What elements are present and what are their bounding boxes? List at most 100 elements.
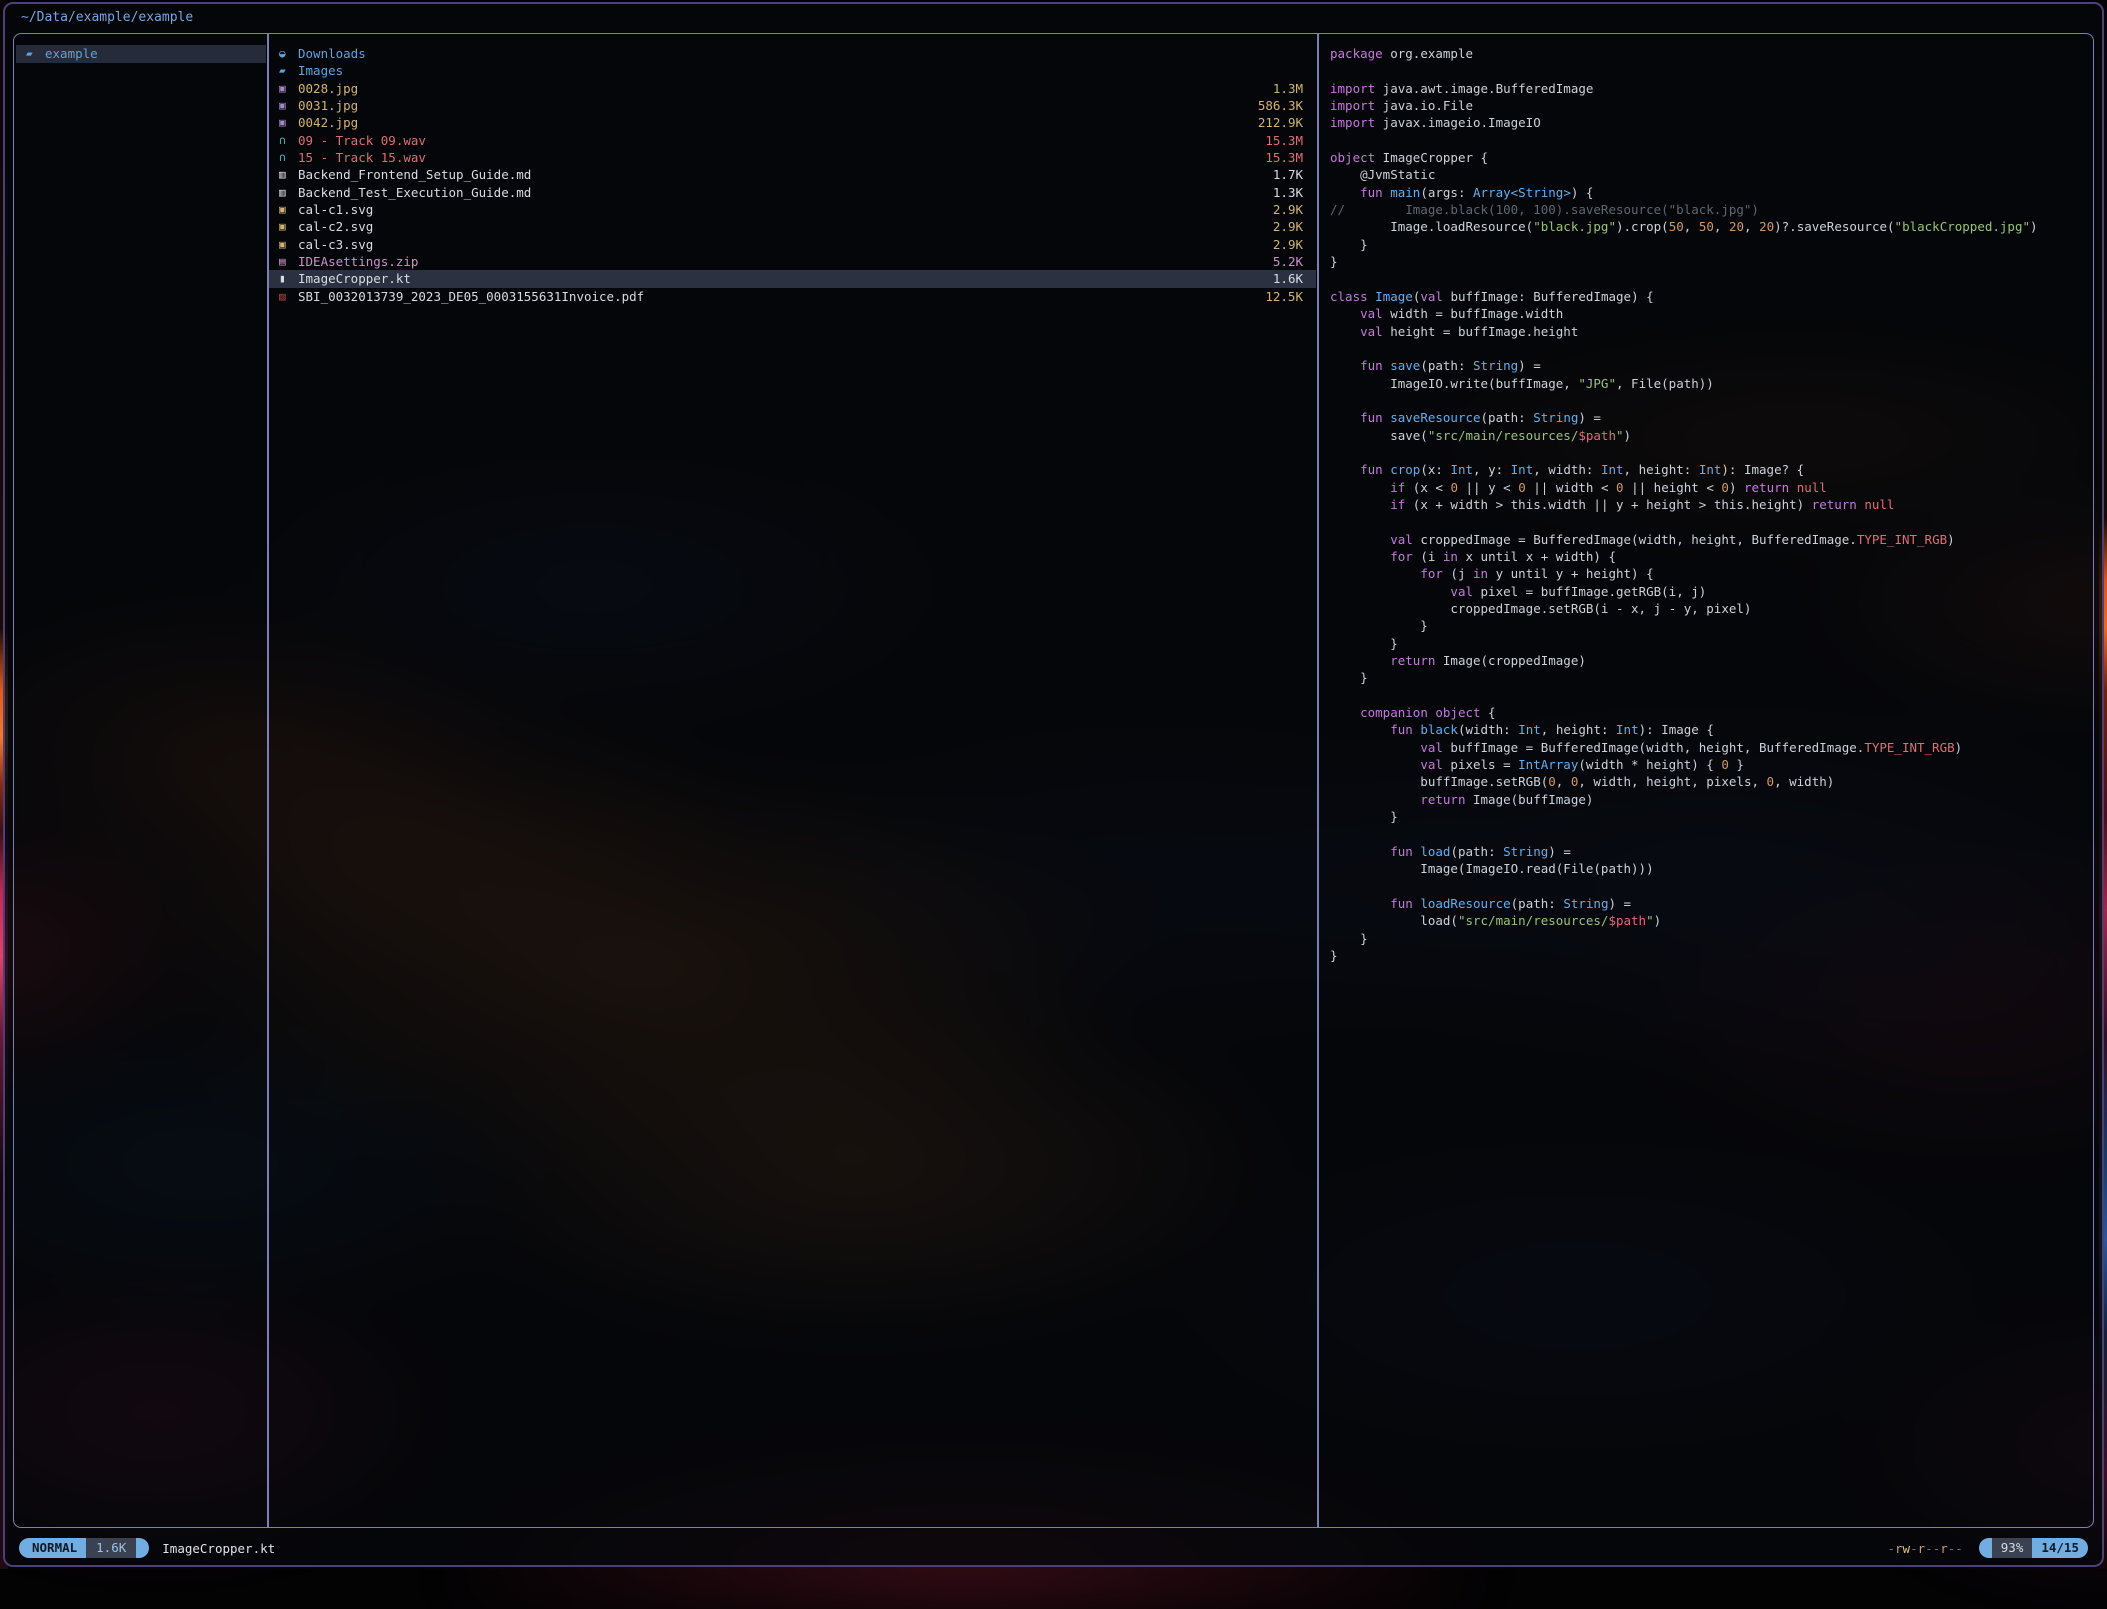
file-row[interactable]: ▰Images [269,62,1316,79]
permission-char: - [1955,1541,1963,1556]
code-token: (path: [1420,358,1473,373]
code-token [1330,792,1420,807]
permission-char: - [1925,1541,1933,1556]
code-token: String [1503,844,1548,859]
file-preview-pane[interactable]: package org.example import java.awt.imag… [1319,45,2091,1525]
code-token: fun [1390,896,1413,911]
file-row[interactable]: ▨SBI_0032013739_2023_DE05_0003155631Invo… [269,288,1316,305]
file-row[interactable]: ▮ImageCropper.kt1.6K [269,270,1316,287]
folder-icon: ▰ [279,62,298,79]
status-filename: ImageCropper.kt [162,1541,275,1556]
image-icon: ▣ [279,218,298,235]
code-token: in [1443,549,1458,564]
downloads-icon: ◒ [279,45,298,62]
code-line: } [1319,617,2091,634]
code-token [1330,497,1390,512]
code-token: Image(buffImage) [1465,792,1593,807]
code-token [1330,480,1390,495]
code-token: )?.saveResource( [1774,219,1894,234]
file-row[interactable]: ∩15 - Track 15.wav15.3M [269,149,1316,166]
file-size: 2.9K [1273,218,1303,235]
file-name: 15 - Track 15.wav [298,149,1265,166]
status-right-group: -rw-r--r-- 93% 14/15 [1887,1538,2088,1558]
code-line: } [1319,947,2091,964]
code-token [1330,358,1360,373]
file-name: Backend_Frontend_Setup_Guide.md [298,166,1273,183]
code-token: Int [1616,722,1639,737]
file-row[interactable]: ▣cal-c2.svg2.9K [269,218,1316,235]
file-size: 2.9K [1273,201,1303,218]
code-line: } [1319,669,2091,686]
permission-char: - [1887,1541,1895,1556]
permission-char: r [1895,1541,1903,1556]
archive-icon: ▤ [279,253,298,270]
file-row[interactable]: ▣0042.jpg212.9K [269,114,1316,131]
selected-file-size: 1.6K [86,1538,136,1558]
code-token: 0 [1767,774,1775,789]
position-pill: 93% 14/15 [1979,1538,2088,1558]
file-row[interactable]: ▤IDEAsettings.zip5.2K [269,253,1316,270]
code-token: Int [1601,462,1624,477]
file-row[interactable]: ▣cal-c3.svg2.9K [269,236,1316,253]
file-row[interactable]: ▥Backend_Test_Execution_Guide.md1.3K [269,184,1316,201]
code-token: 0 [1518,480,1526,495]
code-token: "blackCropped.jpg" [1895,219,2030,234]
code-token: croppedImage.setRGB(i - x, j - y, pixel) [1330,601,1751,616]
file-name: cal-c3.svg [298,236,1273,253]
code-line: import javax.imageio.ImageIO [1319,114,2091,131]
code-line: ImageIO.write(buffImage, "JPG", File(pat… [1319,375,2091,392]
file-name: SBI_0032013739_2023_DE05_0003155631Invoi… [298,288,1265,305]
permission-char: r [1940,1541,1948,1556]
file-name: 0042.jpg [298,114,1258,131]
file-row[interactable]: ▣0031.jpg586.3K [269,97,1316,114]
code-line: val buffImage = BufferedImage(width, hei… [1319,739,2091,756]
code-token: 50 [1669,219,1684,234]
code-token: if [1390,497,1405,512]
code-line [1319,392,2091,409]
code-token: return [1812,497,1857,512]
file-row[interactable]: ◒Downloads [269,45,1316,62]
code-token: , [1556,774,1571,789]
code-line: return Image(buffImage) [1319,791,2091,808]
code-token: || height < [1624,480,1722,495]
code-token: (width: [1458,722,1518,737]
code-token: $path [1578,428,1616,443]
code-token: x until x + width) { [1458,549,1616,564]
code-line: val croppedImage = BufferedImage(width, … [1319,531,2091,548]
code-token: String [1533,410,1578,425]
code-token: class [1330,289,1368,304]
code-token: fun [1390,722,1413,737]
audio-icon: ∩ [279,132,298,149]
code-token: object [1330,150,1375,165]
code-line [1319,513,2091,530]
file-row[interactable]: ∩09 - Track 09.wav15.3M [269,132,1316,149]
code-line [1319,687,2091,704]
code-line: Image(ImageIO.read(File(path))) [1319,860,2091,877]
code-token: (x < [1405,480,1450,495]
code-token: , height: [1624,462,1699,477]
code-token: import [1330,115,1375,130]
code-token [1330,410,1360,425]
code-token: fun [1360,410,1383,425]
file-name: Images [298,62,1303,79]
code-token: javax.imageio.ImageIO [1375,115,1541,130]
code-token: , width: [1533,462,1601,477]
code-token: val [1420,289,1443,304]
image-icon: ▣ [279,201,298,218]
mode-indicator: NORMAL [19,1538,86,1558]
code-line: import java.io.File [1319,97,2091,114]
code-token: return [1390,653,1435,668]
file-size: 1.3M [1273,80,1303,97]
file-row[interactable]: ▣0028.jpg1.3M [269,80,1316,97]
parent-dir-item[interactable]: ▰example [16,45,266,63]
code-token: } [1330,931,1368,946]
code-token: , File(path)) [1616,376,1714,391]
code-token: Int [1450,462,1473,477]
code-line: load("src/main/resources/$path") [1319,912,2091,929]
file-row[interactable]: ▥Backend_Frontend_Setup_Guide.md1.7K [269,166,1316,183]
code-token: (j [1443,566,1473,581]
file-row[interactable]: ▣cal-c1.svg2.9K [269,201,1316,218]
terminal-window: ~/Data/example/example ▰example ◒Downloa… [3,2,2104,1567]
code-token: , [1744,219,1759,234]
code-token: width = buffImage.width [1383,306,1564,321]
